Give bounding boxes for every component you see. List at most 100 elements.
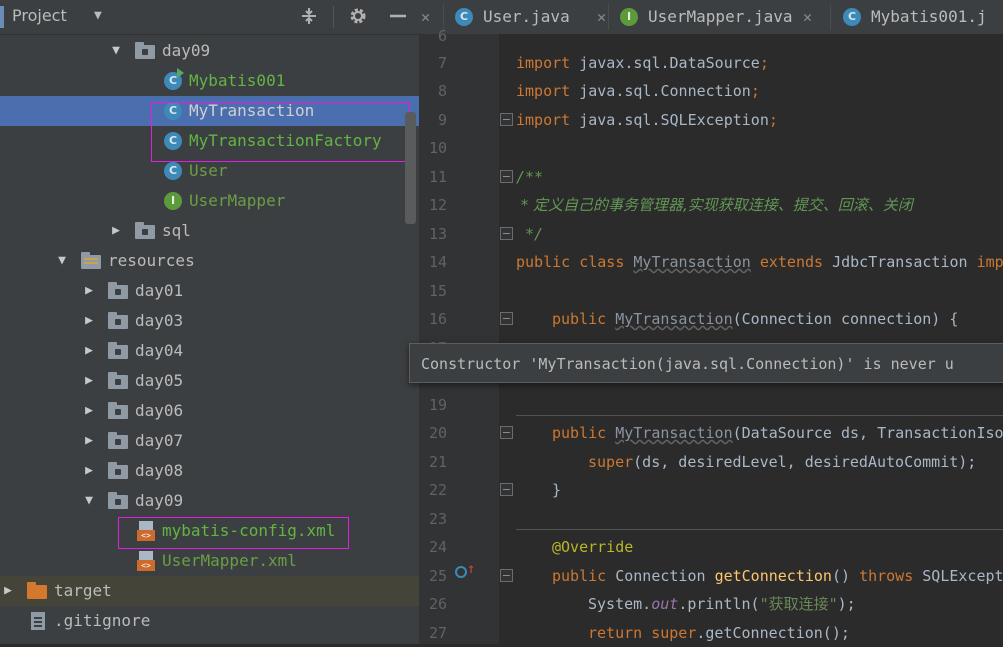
gear-icon[interactable] [348,6,368,31]
tree-item-sql[interactable]: ▶ sql [0,216,419,246]
code-line-25: public Connection getConnection() throws… [552,567,1003,585]
code-line-12: * 定义自己的事务管理器,实现获取连接、提交、回滚、关闭 [516,196,913,214]
project-panel-header: Project ▼ [0,0,419,35]
expand-arrow-icon[interactable]: ▶ [81,396,97,426]
run-marker-icon [177,68,184,78]
collapse-all-icon[interactable] [299,6,319,31]
tab-mybatis001-java[interactable]: C Mybatis001.j [843,0,1003,34]
tree-item-day07[interactable]: ▶ day07 [0,426,419,456]
code-line-22: } [552,481,562,499]
text-file-icon [31,612,45,630]
tree-item-label: sql [162,221,191,240]
tree-item-label: target [54,581,112,600]
code-line-16: public MyTransaction(Connection connecti… [552,310,959,328]
code-line-26: System.out.println("获取连接"); [588,595,856,613]
project-scrollbar-thumb[interactable] [405,112,416,224]
tree-item-target[interactable]: ▶ target [0,576,419,606]
tree-item-usermapper-xml[interactable]: <> UserMapper.xml [0,546,419,576]
tree-item-day04[interactable]: ▶ day04 [0,336,419,366]
tree-item-day05[interactable]: ▶ day05 [0,366,419,396]
folder-icon [108,432,128,449]
tree-item-gitignore[interactable]: .gitignore [0,606,419,636]
tree-item-label: day05 [135,371,184,390]
expand-arrow-icon[interactable]: ▶ [81,456,97,486]
tab-usermapper-java[interactable]: I UserMapper.java ✕ [620,0,830,34]
line-number: 21 [428,453,447,471]
tab-divider [608,4,609,30]
folder-icon [135,42,155,59]
expand-arrow-icon[interactable]: ▶ [81,426,97,456]
code-line-20: public MyTransaction(DataSource ds, Tran… [552,424,1003,442]
tree-item-resources[interactable]: ▼ resources [0,246,419,276]
line-number: 16 [428,310,447,328]
line-number: 7 [437,54,447,72]
fold-marker-icon[interactable] [500,426,513,439]
tree-item-day08[interactable]: ▶ day08 [0,456,419,486]
tree-item-day09-java[interactable]: ▼ day09 [0,36,419,66]
expand-arrow-icon[interactable]: ▶ [81,306,97,336]
code-line-11: /** [516,168,544,186]
interface-icon: I [164,192,182,210]
tree-item-label: day06 [135,401,184,420]
expand-arrow-icon[interactable]: ▼ [81,486,97,516]
tree-item-day03[interactable]: ▶ day03 [0,306,419,336]
code-line-7: import javax.sql.DataSource; [516,54,769,72]
line-number: 19 [428,396,447,414]
expand-arrow-icon[interactable]: ▶ [81,366,97,396]
code-line-21: super(ds, desiredLevel, desiredAutoCommi… [588,453,977,471]
code-line-8: import java.sql.Connection; [516,82,760,100]
expand-arrow-icon[interactable]: ▶ [81,276,97,306]
tree-item-day09-resources[interactable]: ▼ day09 [0,486,419,516]
line-number: 23 [428,510,447,528]
line-number: 10 [428,139,447,157]
line-number: 9 [437,111,447,129]
fold-marker-icon[interactable] [500,113,513,126]
line-number: 13 [428,225,447,243]
line-number: 8 [437,82,447,100]
tree-item-label: day07 [135,431,184,450]
class-icon: C [164,162,182,180]
fold-marker-icon[interactable] [500,483,513,496]
expand-arrow-icon[interactable]: ▼ [54,246,70,276]
minimize-icon[interactable] [388,6,408,31]
expand-arrow-icon[interactable]: ▶ [0,576,16,606]
line-number: 27 [428,624,447,642]
tree-item-day06[interactable]: ▶ day06 [0,396,419,426]
header-divider [333,6,334,28]
resources-folder-icon [81,252,101,269]
folder-icon [135,222,155,239]
expand-arrow-icon[interactable]: ▶ [108,216,124,246]
code-line-27: return super.getConnection(); [588,624,850,642]
chevron-down-icon[interactable]: ▼ [94,8,102,23]
tree-item-mybatis001[interactable]: C Mybatis001 [0,66,419,96]
method-separator [516,529,1003,530]
fold-marker-icon[interactable] [500,170,513,183]
line-number: 6 [437,27,447,45]
tree-item-day01[interactable]: ▶ day01 [0,276,419,306]
overrides-method-icon[interactable] [455,566,467,578]
code-line-9: import java.sql.SQLException; [516,111,778,129]
expand-arrow-icon[interactable]: ▼ [108,36,124,66]
close-icon[interactable]: ✕ [803,0,812,34]
fold-marker-icon[interactable] [500,227,513,240]
folder-icon [108,282,128,299]
tab-divider [830,4,831,30]
project-title[interactable]: Project [12,6,67,25]
tree-item-usermapper[interactable]: I UserMapper [0,186,419,216]
folder-icon [108,312,128,329]
tree-item-label: day09 [135,491,184,510]
highlight-box-config-xml [118,517,349,549]
tab-user-java[interactable]: C User.java ✕ [455,0,615,34]
fold-marker-icon[interactable] [500,312,513,325]
class-icon: C [455,8,473,26]
folder-icon [108,402,128,419]
line-number: 20 [428,424,447,442]
expand-arrow-icon[interactable]: ▶ [81,336,97,366]
line-number: 26 [428,595,447,613]
code-line-24: @Override [552,538,634,556]
tree-item-label: day04 [135,341,184,360]
close-icon[interactable]: ✕ [597,0,606,34]
editor-tab-bar: ✕ C User.java ✕ I UserMapper.java ✕ C My… [419,0,1003,35]
tree-item-label: day01 [135,281,184,300]
fold-marker-icon[interactable] [500,569,513,582]
